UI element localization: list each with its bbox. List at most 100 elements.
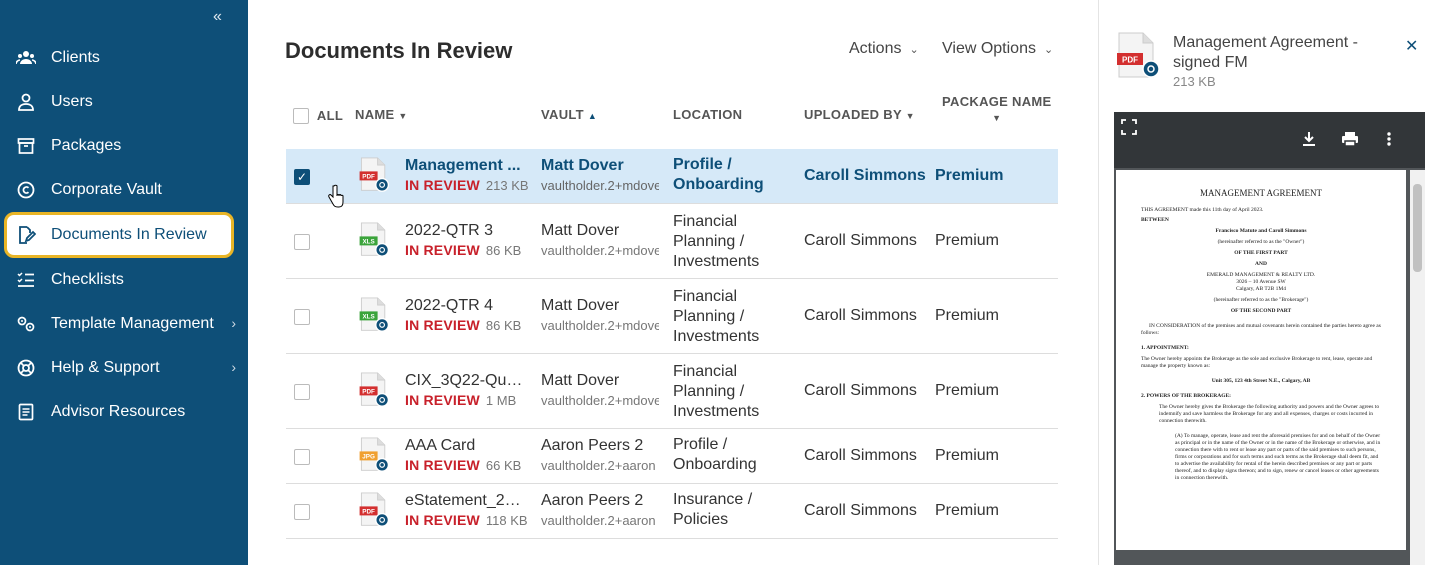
document-name-cell[interactable]: Management ... IN REVIEW 213 KB <box>405 157 529 195</box>
uploaded-by-cell: Caroll Simmons <box>804 446 917 464</box>
sidebar-item-help-support[interactable]: Help & Support › <box>0 346 248 390</box>
file-type-icon: PDF <box>359 371 390 407</box>
package-name-cell: Premium <box>935 381 1000 399</box>
row-checkbox[interactable]: ✓ <box>294 168 310 185</box>
location-cell: Financial Planning / Investments <box>673 213 760 270</box>
location-cell: Financial Planning / Investments <box>673 363 760 420</box>
sidebar-item-users[interactable]: Users <box>0 80 248 124</box>
more-options-icon[interactable] <box>1386 131 1392 147</box>
table-row[interactable]: XLS 2022-QTR 3 IN REVIEW 86 KB Matt Dover… <box>286 204 1058 279</box>
print-icon[interactable] <box>1341 131 1359 147</box>
doc-consideration: IN CONSIDERATION of the premises and mut… <box>1141 323 1381 336</box>
close-icon[interactable]: ✕ <box>1405 36 1418 56</box>
row-checkbox[interactable] <box>294 308 310 325</box>
sidebar-nav: Clients Users Packages Corporate Vault D… <box>0 36 248 434</box>
doc-section1-title: 1. APPOINTMENT: <box>1141 345 1189 351</box>
vault-cell: Aaron Peers 2 vaultholder.2+aaron <box>541 492 659 528</box>
doc-party2-addr2: Calgary, AB T2B 1M4 <box>1236 286 1286 292</box>
document-name-cell[interactable]: 2022-QTR 3 IN REVIEW 86 KB <box>405 222 523 260</box>
file-size: 1 MB <box>485 392 517 408</box>
vault-cell: Aaron Peers 2 vaultholder.2+aaron <box>541 437 659 473</box>
column-header-package-name[interactable]: PACKAGE NAME ▼ <box>942 94 1052 124</box>
location-cell: Insurance / Policies <box>673 491 753 528</box>
uploaded-by-cell: Caroll Simmons <box>804 166 926 184</box>
sidebar-item-label: Clients <box>51 49 100 66</box>
document-name-cell[interactable]: CIX_3Q22-Quar... IN REVIEW 1 MB <box>405 372 523 410</box>
doc-party2-addr1: 3026 – 10 Avenue SW <box>1236 279 1286 285</box>
document-name-cell[interactable]: AAA Card IN REVIEW 66 KB <box>405 437 523 475</box>
document-name[interactable]: 2022-QTR 4 <box>405 297 523 315</box>
sidebar-item-checklists[interactable]: Checklists <box>0 258 248 302</box>
select-all-checkbox[interactable] <box>293 107 309 124</box>
column-header-vault-label: VAULT <box>541 107 584 122</box>
vault-holder-email: vaultholder.2+mdover <box>541 317 659 333</box>
doc-and: AND <box>1255 261 1267 267</box>
file-size: 213 KB <box>485 177 529 193</box>
vault-cell: Matt Dover vaultholder.2+mdover <box>541 157 659 193</box>
table-row[interactable]: XLS 2022-QTR 4 IN REVIEW 86 KB Matt Dover… <box>286 279 1058 354</box>
location-cell: Profile / Onboarding <box>673 156 764 193</box>
doc-section2-title: 2. POWERS OF THE BROKERAGE: <box>1141 393 1231 399</box>
chevron-down-icon: ⌄ <box>1043 43 1054 56</box>
preview-scrollbar[interactable] <box>1410 170 1425 565</box>
sidebar-item-advisor-resources[interactable]: Advisor Resources <box>0 390 248 434</box>
sidebar-item-label: Packages <box>51 137 122 154</box>
sidebar-item-packages[interactable]: Packages <box>0 124 248 168</box>
view-options-dropdown[interactable]: View Options ⌄ <box>942 40 1053 58</box>
table-row[interactable]: PDF eStatement_20... IN REVIEW 118 KB Aar… <box>286 484 1058 539</box>
sidebar-item-label: Advisor Resources <box>51 403 186 420</box>
package-icon <box>16 136 36 156</box>
document-name-cell[interactable]: 2022-QTR 4 IN REVIEW 86 KB <box>405 297 523 335</box>
doc-property: Unit 305, 123 4th Street N.E., Calgary, … <box>1211 378 1311 384</box>
status-badge: IN REVIEW <box>405 316 480 333</box>
template-gear-icon <box>16 314 36 334</box>
sidebar-item-clients[interactable]: Clients <box>0 36 248 80</box>
location-cell: Financial Planning / Investments <box>673 288 760 345</box>
doc-party2: EMERALD MANAGEMENT & REALTY LTD. <box>1206 272 1316 278</box>
pdf-page: MANAGEMENT AGREEMENT THIS AGREEMENT made… <box>1116 170 1406 550</box>
sidebar-item-template-management[interactable]: Template Management › <box>0 302 248 346</box>
row-checkbox[interactable] <box>294 383 310 400</box>
column-header-location[interactable]: LOCATION <box>673 107 742 122</box>
document-name-cell[interactable]: eStatement_20... IN REVIEW 118 KB <box>405 492 528 530</box>
sidebar-item-documents-in-review[interactable]: Documents In Review <box>4 212 234 258</box>
file-type-label: PDF <box>1122 56 1138 65</box>
document-name[interactable]: Management ... <box>405 157 523 175</box>
vault-cell: Matt Dover vaultholder.2+mdover <box>541 297 659 333</box>
sidebar-item-corporate-vault[interactable]: Corporate Vault <box>0 168 248 212</box>
fullscreen-icon[interactable] <box>1121 119 1137 135</box>
file-size: 86 KB <box>485 242 522 258</box>
download-icon[interactable] <box>1301 131 1317 147</box>
file-type-icon: PDF <box>359 156 390 192</box>
row-checkbox[interactable] <box>294 503 310 520</box>
table-row[interactable]: PDF CIX_3Q22-Quar... IN REVIEW 1 MB Matt … <box>286 354 1058 429</box>
select-all-label: ALL <box>316 108 344 124</box>
file-type-icon: JPG <box>359 436 390 472</box>
column-header-vault[interactable]: VAULT ▲ <box>541 107 597 122</box>
column-header-uploaded-by[interactable]: UPLOADED BY ▼ <box>804 107 915 122</box>
document-name[interactable]: eStatement_20... <box>405 492 523 510</box>
table-row[interactable]: JPG AAA Card IN REVIEW 66 KB Aaron Peers … <box>286 429 1058 484</box>
document-name[interactable]: CIX_3Q22-Quar... <box>405 372 523 390</box>
vault-holder-name: Matt Dover <box>541 221 620 239</box>
copyright-icon <box>16 180 36 200</box>
scrollbar-thumb[interactable] <box>1413 184 1422 272</box>
vault-holder-email: vaultholder.2+mdover <box>541 242 659 258</box>
row-checkbox[interactable] <box>294 448 310 465</box>
table-row[interactable]: ✓ PDF Management ... IN REVIEW 213 KB Mat… <box>286 149 1058 204</box>
doc-section1-text: The Owner hereby appoints the Brokerage … <box>1141 356 1373 369</box>
status-badge: IN REVIEW <box>405 176 480 193</box>
actions-dropdown[interactable]: Actions ⌄ <box>849 40 919 58</box>
vault-holder-name: Matt Dover <box>541 156 624 174</box>
row-checkbox[interactable] <box>294 233 310 250</box>
collapse-sidebar-icon[interactable]: « <box>213 8 222 26</box>
status-badge: IN REVIEW <box>405 511 480 528</box>
doc-party1-ref: (hereinafter referred to as the "Owner") <box>1217 239 1305 245</box>
document-name[interactable]: AAA Card <box>405 437 523 455</box>
vault-holder-email: vaultholder.2+aaron <box>541 457 656 473</box>
sidebar-item-label: Help & Support <box>51 359 160 376</box>
file-type-icon: XLS <box>359 221 390 257</box>
select-all[interactable]: ALL <box>293 107 343 124</box>
column-header-name[interactable]: NAME ▼ <box>355 107 408 122</box>
document-name[interactable]: 2022-QTR 3 <box>405 222 523 240</box>
